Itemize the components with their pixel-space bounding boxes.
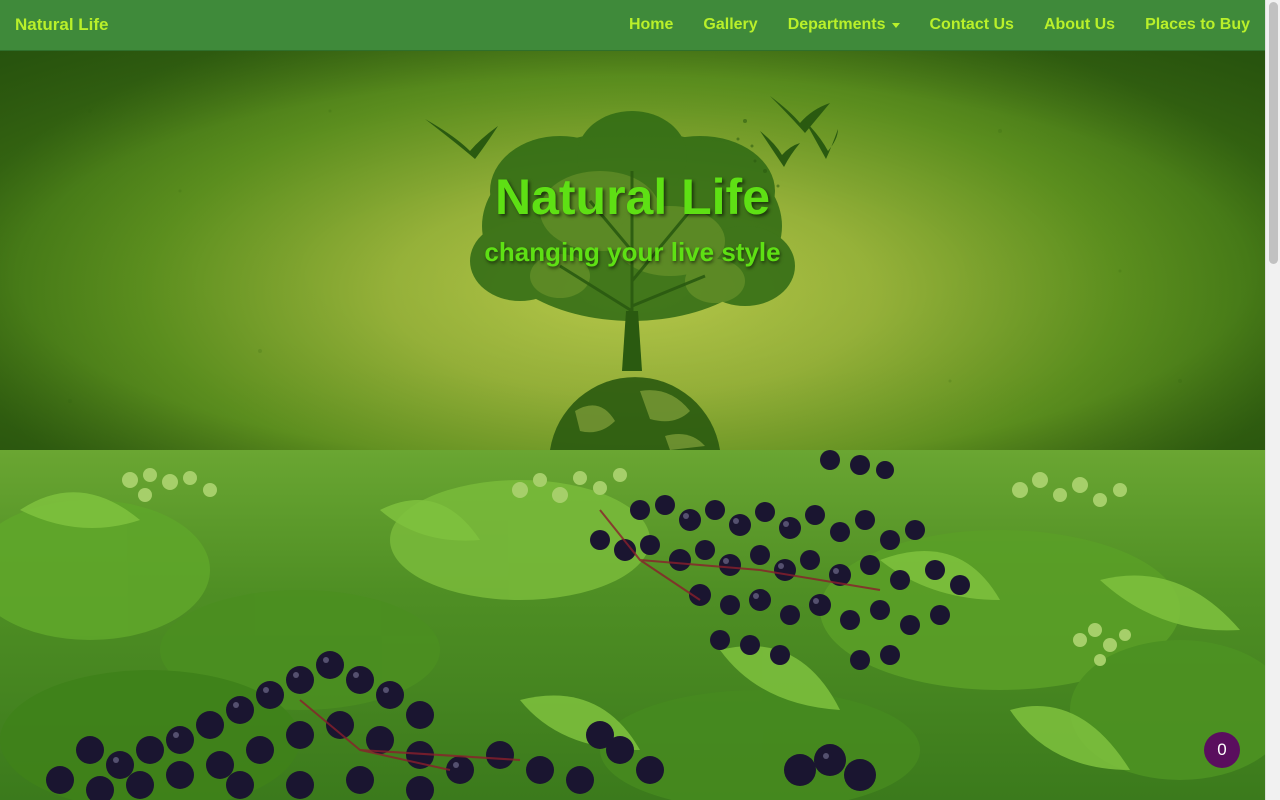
nav-item-contact[interactable]: Contact Us xyxy=(915,0,1029,50)
scrollbar-thumb[interactable] xyxy=(1269,2,1278,264)
nav-item-departments[interactable]: Departments xyxy=(773,0,915,50)
brand-link[interactable]: Natural Life xyxy=(15,15,109,35)
hero-banner: Natural Life changing your live style xyxy=(0,51,1265,450)
elderberry-image-icon xyxy=(0,450,1265,800)
nav-item-gallery[interactable]: Gallery xyxy=(688,0,772,50)
nav-item-departments-label: Departments xyxy=(787,16,886,33)
top-navbar: Natural Life Home Gallery Departments Co… xyxy=(0,0,1265,51)
elderberry-photo xyxy=(0,450,1265,800)
nav-item-about[interactable]: About Us xyxy=(1029,0,1130,50)
hero-title: Natural Life xyxy=(494,169,771,225)
page: Natural Life Home Gallery Departments Co… xyxy=(0,0,1265,800)
caret-down-icon xyxy=(891,22,900,28)
hero-subtitle: changing your live style xyxy=(484,237,781,267)
nav-menu: Home Gallery Departments Contact Us Abou… xyxy=(614,0,1265,50)
nav-item-places-to-buy[interactable]: Places to Buy xyxy=(1130,0,1265,50)
cart-count-badge[interactable]: 0 xyxy=(1204,732,1240,768)
nav-item-home[interactable]: Home xyxy=(614,0,688,50)
vertical-scrollbar[interactable] xyxy=(1265,0,1280,800)
